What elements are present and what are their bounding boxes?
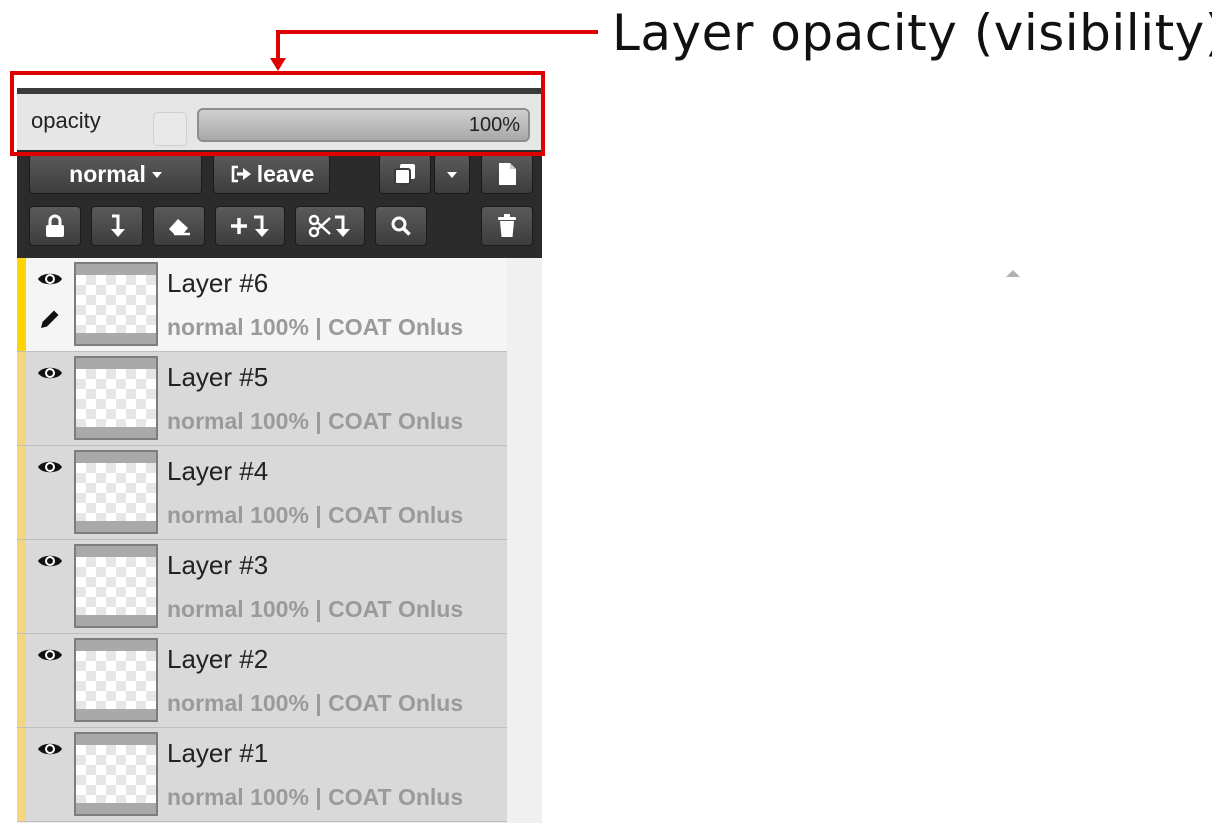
eye-icon[interactable] bbox=[37, 270, 63, 288]
layer-meta: normal 100% | COAT Onlus bbox=[167, 784, 464, 810]
layer-name: Layer #3 bbox=[167, 550, 269, 580]
layer-list: Layer #6 normal 100% | COAT Onlus Layer … bbox=[17, 258, 1020, 823]
layer-name: Layer #6 bbox=[167, 268, 269, 298]
layer-row[interactable]: Layer #4 normal 100% | COAT Onlus bbox=[17, 446, 507, 540]
layer-name: Layer #4 bbox=[167, 456, 269, 486]
layer-thumbnail bbox=[74, 544, 158, 628]
lock-layer-button[interactable] bbox=[29, 206, 81, 246]
duplicate-layer-button[interactable] bbox=[379, 154, 431, 194]
layer-name: Layer #5 bbox=[167, 362, 269, 392]
duplicate-icon bbox=[394, 164, 415, 185]
annotation-arrow-icon bbox=[270, 58, 286, 71]
annotation-label: Layer opacity (visibility) bbox=[612, 4, 1212, 62]
clear-layer-button[interactable] bbox=[153, 206, 205, 246]
layer-meta: normal 100% | COAT Onlus bbox=[167, 596, 464, 622]
merge-down-icon bbox=[111, 214, 125, 237]
layer-row[interactable]: Layer #6 normal 100% | COAT Onlus bbox=[17, 258, 507, 352]
layer-thumbnail bbox=[74, 732, 158, 816]
layer-thumbnail bbox=[74, 262, 158, 346]
layer-row[interactable]: Layer #5 normal 100% | COAT Onlus bbox=[17, 352, 507, 446]
layer-name: Layer #1 bbox=[167, 738, 269, 768]
layer-indicator bbox=[17, 728, 26, 821]
pencil-icon bbox=[41, 310, 59, 328]
chevron-down-icon bbox=[151, 172, 162, 178]
delete-layer-button[interactable] bbox=[481, 206, 533, 246]
eye-icon[interactable] bbox=[37, 552, 63, 570]
layer-meta: normal 100% | COAT Onlus bbox=[167, 314, 464, 340]
active-layer-indicator bbox=[17, 258, 26, 351]
leave-label: leave bbox=[256, 160, 315, 187]
layer-meta: normal 100% | COAT Onlus bbox=[167, 408, 464, 434]
annotation-highlight-box bbox=[10, 71, 545, 156]
layer-indicator bbox=[17, 352, 26, 445]
blend-mode-label: normal bbox=[69, 160, 146, 187]
layer-thumbnail bbox=[74, 356, 158, 440]
layer-row[interactable]: Layer #3 normal 100% | COAT Onlus bbox=[17, 540, 507, 634]
layer-meta: normal 100% | COAT Onlus bbox=[167, 690, 464, 716]
eye-icon[interactable] bbox=[37, 458, 63, 476]
layer-indicator bbox=[17, 446, 26, 539]
annotation-line-vertical bbox=[276, 30, 280, 60]
new-layer-icon bbox=[499, 163, 516, 185]
new-layer-button[interactable] bbox=[481, 154, 533, 194]
merge-down-button[interactable] bbox=[91, 206, 143, 246]
blend-mode-dropdown[interactable]: normal bbox=[29, 154, 202, 194]
layer-thumbnail bbox=[74, 450, 158, 534]
layer-list-scrollbar[interactable] bbox=[507, 258, 1020, 823]
eye-icon[interactable] bbox=[37, 646, 63, 664]
eraser-icon bbox=[169, 219, 190, 236]
layer-thumbnail bbox=[74, 638, 158, 722]
add-below-icon bbox=[231, 215, 269, 237]
cut-below-icon bbox=[308, 214, 350, 238]
lock-icon bbox=[46, 214, 64, 237]
layers-panel: opacity 100% normal leave Layer #6 norma… bbox=[17, 88, 1020, 823]
annotation-line bbox=[276, 30, 598, 34]
layer-row[interactable]: Layer #2 normal 100% | COAT Onlus bbox=[17, 634, 507, 728]
scroll-up-icon[interactable] bbox=[1006, 270, 1020, 277]
leave-icon bbox=[231, 165, 251, 183]
trash-icon bbox=[498, 214, 516, 237]
layer-indicator bbox=[17, 634, 26, 727]
layer-name: Layer #2 bbox=[167, 644, 269, 674]
eye-icon[interactable] bbox=[37, 364, 63, 382]
layer-indicator bbox=[17, 540, 26, 633]
duplicate-options-dropdown[interactable] bbox=[434, 154, 470, 194]
find-layer-button[interactable] bbox=[375, 206, 427, 246]
add-layer-below-button[interactable] bbox=[215, 206, 285, 246]
cut-to-layer-below-button[interactable] bbox=[295, 206, 365, 246]
layer-row[interactable]: Layer #1 normal 100% | COAT Onlus bbox=[17, 728, 507, 822]
chevron-down-icon bbox=[447, 172, 457, 178]
leave-button[interactable]: leave bbox=[213, 154, 330, 194]
eye-icon[interactable] bbox=[37, 740, 63, 758]
search-icon bbox=[391, 216, 411, 236]
layer-meta: normal 100% | COAT Onlus bbox=[167, 502, 464, 528]
